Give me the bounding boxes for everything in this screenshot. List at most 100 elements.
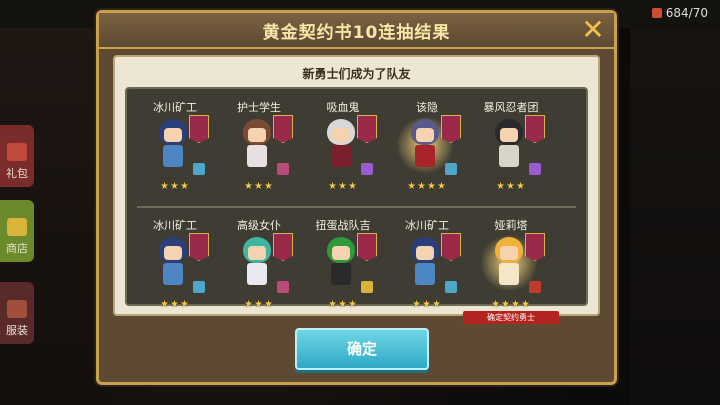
guild-banner-icon	[357, 115, 377, 143]
hero-card[interactable]: 暴风忍者团 ★★★	[471, 93, 551, 203]
hero-name: 扭蛋战队吉	[315, 219, 371, 232]
star-rating: ★★★	[412, 299, 442, 310]
close-icon: ✕	[581, 13, 605, 46]
hero-class-icon	[277, 281, 289, 293]
star-rating: ★★★	[244, 299, 274, 310]
hero-card[interactable]: 扭蛋战队吉 ★★★	[303, 211, 383, 321]
star-rating: ★★★	[328, 181, 358, 192]
hero-card[interactable]: 吸血鬼 ★★★	[303, 93, 383, 203]
shop-icon	[7, 218, 27, 236]
guild-banner-icon	[441, 115, 461, 143]
dialog-subtitle: 新勇士们成为了队友	[302, 67, 411, 81]
hero-face	[164, 128, 182, 142]
confirm-button[interactable]: 确定	[295, 328, 429, 370]
resource-text: 684/70	[665, 6, 708, 20]
hero-name: 高级女仆	[237, 219, 281, 232]
sidebar-item-costume[interactable]: 服装	[0, 282, 34, 344]
hero-outfit	[247, 263, 267, 285]
sidebar-item-label: 服装	[6, 324, 28, 337]
dialog-title-bar: 黄金契约书10连抽结果	[99, 13, 614, 49]
hero-card[interactable]: 高级女仆 ★★★	[219, 211, 299, 321]
hero-portrait	[323, 119, 359, 171]
hero-row-1: 冰川矿工 ★★★ 护士学生 ★★★ 吸血鬼 ★★★ 该隐 ★★★★ 暴风忍者团 ★★★	[127, 93, 586, 203]
hero-class-icon	[277, 163, 289, 175]
guild-banner-icon	[189, 233, 209, 261]
hero-face	[500, 128, 518, 142]
hero-portrait	[491, 119, 527, 171]
hero-class-icon	[445, 281, 457, 293]
hero-card[interactable]: 冰川矿工 ★★★	[387, 211, 467, 321]
hero-outfit	[331, 145, 351, 167]
hero-face	[416, 246, 434, 260]
hero-portrait	[407, 237, 443, 289]
costume-icon	[7, 300, 27, 318]
hero-portrait	[239, 119, 275, 171]
hero-roster: 冰川矿工 ★★★ 护士学生 ★★★ 吸血鬼 ★★★ 该隐 ★★★★ 暴风忍者团 ★★★ 冰川矿工 ★…	[125, 87, 588, 324]
gift-icon	[7, 143, 27, 161]
hero-portrait	[239, 237, 275, 289]
hero-class-icon	[193, 163, 205, 175]
hero-class-icon	[193, 281, 205, 293]
guild-banner-icon	[273, 115, 293, 143]
hero-outfit	[163, 145, 183, 167]
hero-name: 吸血鬼	[326, 101, 360, 114]
hero-card[interactable]: 护士学生 ★★★	[219, 93, 299, 203]
hero-name: 冰川矿工	[153, 101, 197, 114]
dialog-title: 黄金契约书10连抽结果	[262, 22, 451, 43]
hero-outfit	[163, 263, 183, 285]
star-rating: ★★★	[496, 181, 526, 192]
guild-banner-icon	[525, 115, 545, 143]
hero-name: 娅莉塔	[494, 219, 528, 232]
hero-outfit	[415, 263, 435, 285]
star-rating: ★★★	[244, 181, 274, 192]
hero-portrait	[323, 237, 359, 289]
guild-banner-icon	[441, 233, 461, 261]
hero-outfit	[331, 263, 351, 285]
hero-face	[416, 128, 434, 142]
hero-name: 暴风忍者团	[483, 101, 539, 114]
guild-banner-icon	[189, 115, 209, 143]
hero-name: 该隐	[416, 101, 438, 114]
sidebar-item-shop[interactable]: 商店	[0, 200, 34, 262]
star-rating: ★★★★	[491, 299, 531, 310]
guild-banner-icon	[273, 233, 293, 261]
star-rating: ★★★★	[407, 181, 447, 192]
hero-row-2: 冰川矿工 ★★★ 高级女仆 ★★★ 扭蛋战队吉 ★★★ 冰川矿工 ★★★ 娅莉塔 ★★★★ 确定契约…	[127, 211, 586, 324]
guild-banner-icon	[357, 233, 377, 261]
row-divider	[137, 206, 576, 208]
hero-face	[332, 246, 350, 260]
hero-card[interactable]: 冰川矿工 ★★★	[135, 211, 215, 321]
hero-name: 冰川矿工	[153, 219, 197, 232]
hero-outfit	[247, 145, 267, 167]
close-button[interactable]: ✕	[578, 15, 608, 45]
star-rating: ★★★	[328, 299, 358, 310]
dialog-content: 新勇士们成为了队友 冰川矿工 ★★★ 护士学生 ★★★ 吸血鬼 ★★★ 该隐 ★★★★ 暴风忍者…	[113, 55, 600, 324]
hero-outfit	[499, 145, 519, 167]
hero-portrait	[491, 237, 527, 289]
hero-face	[500, 246, 518, 260]
hero-face	[248, 246, 266, 260]
gacha-result-dialog: 黄金契约书10连抽结果 ✕ 新勇士们成为了队友 冰川矿工 ★★★ 护士学生 ★★★ 吸血…	[96, 10, 617, 385]
hero-card[interactable]: 冰川矿工 ★★★	[135, 93, 215, 203]
hero-class-icon	[529, 281, 541, 293]
hero-class-icon	[361, 281, 373, 293]
hero-outfit	[499, 263, 519, 285]
stamina-icon	[651, 8, 662, 18]
hero-class-icon	[529, 163, 541, 175]
hero-portrait	[155, 119, 191, 171]
sidebar-item-label: 礼包	[6, 167, 28, 180]
hero-face	[332, 128, 350, 142]
resource-counter: 684/70	[651, 6, 708, 20]
hero-class-icon	[361, 163, 373, 175]
sidebar-item-gift[interactable]: 礼包	[0, 125, 34, 187]
star-rating: ★★★	[160, 181, 190, 192]
hero-portrait	[407, 119, 443, 171]
hero-portrait	[155, 237, 191, 289]
hero-card[interactable]: 娅莉塔 ★★★★ 确定契约勇士	[463, 211, 559, 324]
sidebar-item-label: 商店	[6, 242, 28, 255]
guild-banner-icon	[525, 233, 545, 261]
hero-name: 护士学生	[237, 101, 281, 114]
hero-card[interactable]: 该隐 ★★★★	[387, 93, 467, 203]
hero-face	[164, 246, 182, 260]
contract-hero-ribbon: 确定契约勇士	[463, 311, 559, 324]
